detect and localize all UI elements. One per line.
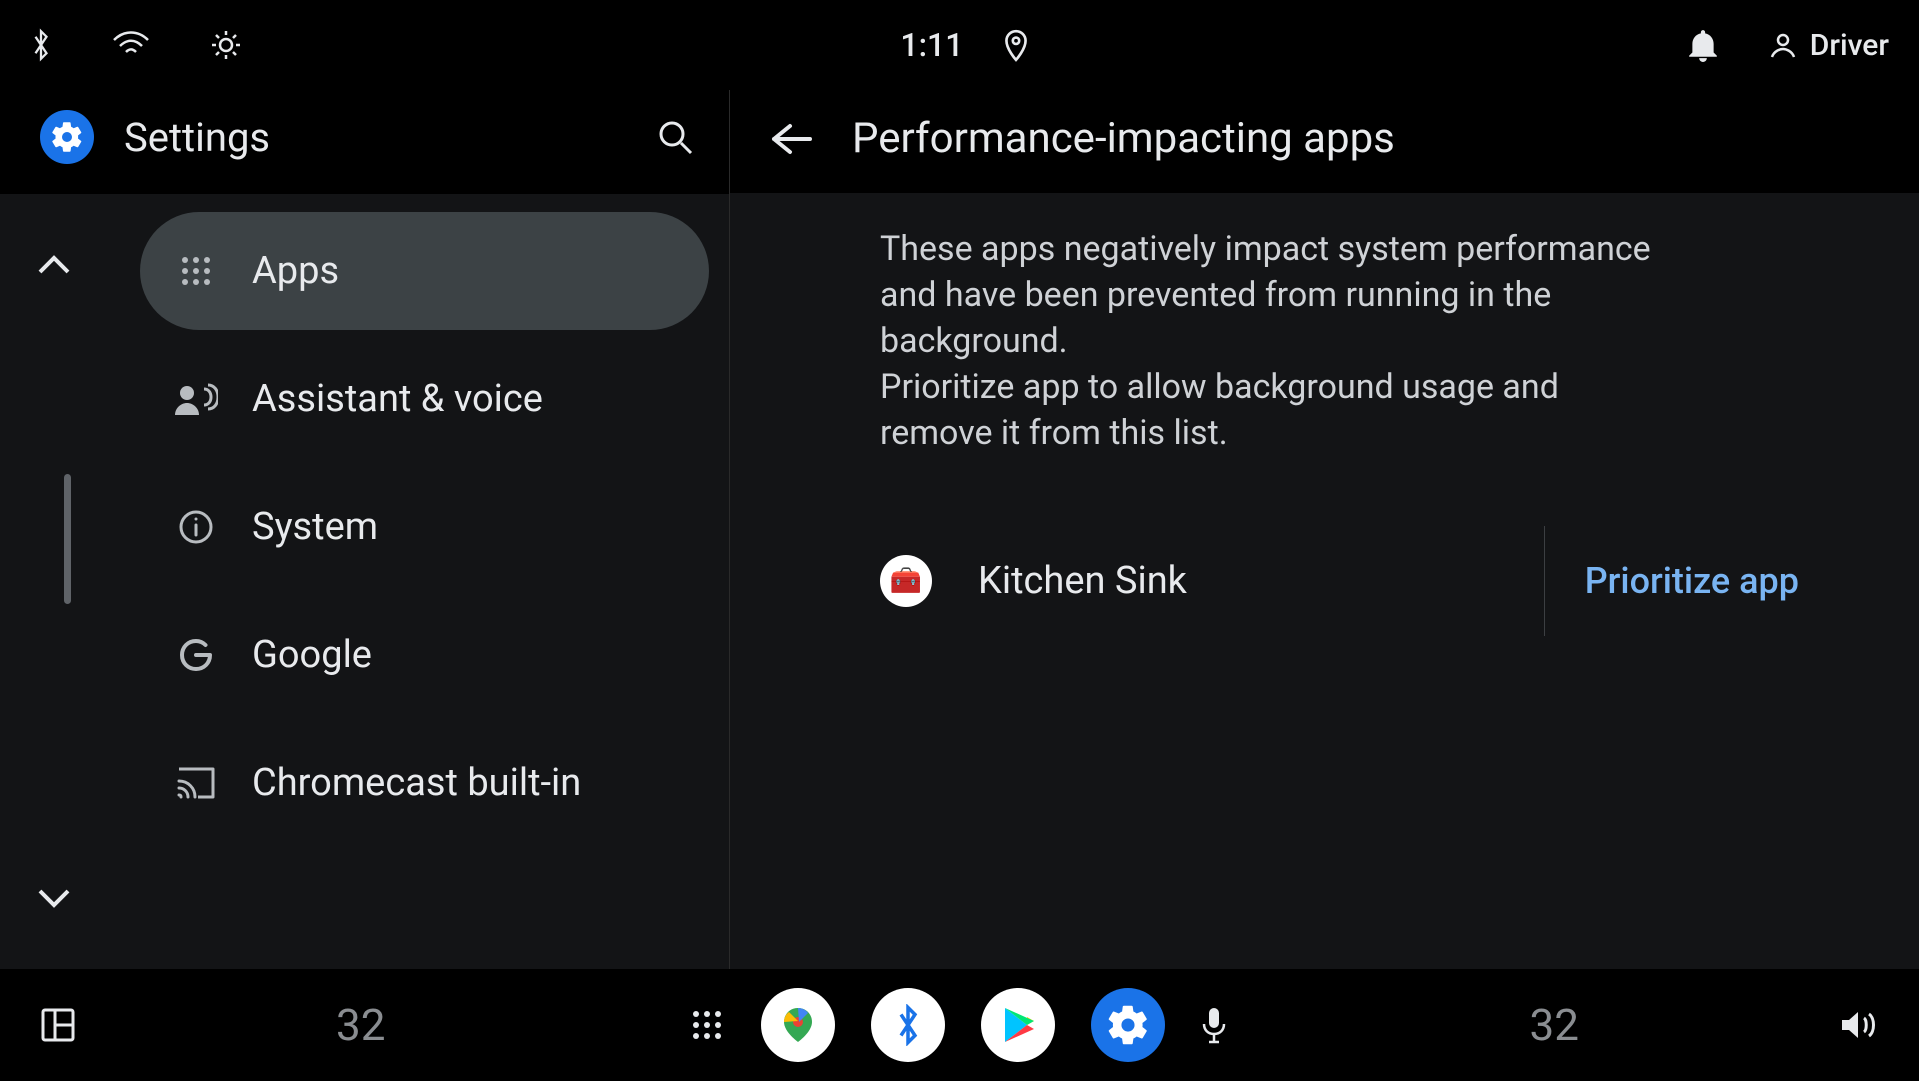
prioritize-app-button[interactable]: Prioritize app xyxy=(1585,560,1799,602)
app-icon: 🧰 xyxy=(880,555,932,607)
bluetooth-icon xyxy=(30,28,52,62)
info-icon xyxy=(174,509,218,545)
sidebar-item-label: Chromecast built-in xyxy=(252,761,581,805)
brightness-icon xyxy=(210,29,242,61)
sidebar-item-label: System xyxy=(252,505,378,549)
sidebar-item-apps[interactable]: Apps xyxy=(140,212,709,330)
profile-label: Driver xyxy=(1810,28,1889,63)
page-title: Performance-impacting apps xyxy=(852,114,1395,163)
scroll-up-icon[interactable] xyxy=(36,254,86,276)
microphone-icon[interactable] xyxy=(1201,1006,1227,1044)
search-button[interactable] xyxy=(651,113,699,161)
dashboard-icon[interactable] xyxy=(40,1007,76,1043)
sidebar-item-label: Apps xyxy=(252,249,339,293)
temp-right[interactable]: 32 xyxy=(1530,999,1579,1051)
app-name: Kitchen Sink xyxy=(978,559,1187,603)
dock-maps-button[interactable] xyxy=(761,988,835,1062)
dock-settings-button[interactable] xyxy=(1091,988,1165,1062)
sidebar-item-label: Assistant & voice xyxy=(252,377,543,421)
sidebar-header: Settings xyxy=(0,90,729,194)
page-description: These apps negatively impact system perf… xyxy=(880,227,1660,456)
google-g-icon xyxy=(174,637,218,673)
apps-grid-icon xyxy=(174,254,218,288)
profile-button[interactable]: Driver xyxy=(1768,28,1889,63)
bottom-dock: 32 32 xyxy=(0,969,1919,1081)
clock-time: 1:11 xyxy=(900,26,963,64)
dock-play-store-button[interactable] xyxy=(981,988,1055,1062)
sidebar-item-label: Google xyxy=(252,633,372,677)
settings-sidebar: Settings xyxy=(0,90,730,969)
settings-app-icon xyxy=(40,110,94,164)
content-pane: Performance-impacting apps These apps ne… xyxy=(730,90,1919,969)
cast-icon xyxy=(174,766,218,800)
sidebar-item-assistant-voice[interactable]: Assistant & voice xyxy=(140,340,709,458)
person-icon xyxy=(1768,30,1798,60)
notification-bell-icon[interactable] xyxy=(1688,28,1718,62)
app-row: 🧰 Kitchen Sink Prioritize app xyxy=(880,526,1799,636)
sidebar-item-google[interactable]: Google xyxy=(140,596,709,714)
app-launcher-icon[interactable] xyxy=(689,1007,725,1043)
location-icon xyxy=(1003,28,1029,62)
scroll-down-icon[interactable] xyxy=(36,887,86,909)
sidebar-item-system[interactable]: System xyxy=(140,468,709,586)
scrollbar-thumb[interactable] xyxy=(64,474,71,604)
sidebar-title: Settings xyxy=(124,114,621,161)
app-entry[interactable]: 🧰 Kitchen Sink xyxy=(880,555,1524,607)
wifi-icon xyxy=(112,30,150,60)
temp-left[interactable]: 32 xyxy=(336,999,385,1051)
status-bar: 1:11 Driver xyxy=(0,0,1919,90)
sidebar-item-chromecast[interactable]: Chromecast built-in xyxy=(140,724,709,842)
volume-icon[interactable] xyxy=(1839,1008,1879,1042)
back-button[interactable] xyxy=(770,122,812,156)
dock-bluetooth-button[interactable] xyxy=(871,988,945,1062)
assistant-voice-icon xyxy=(174,381,218,417)
vertical-separator xyxy=(1544,526,1545,636)
